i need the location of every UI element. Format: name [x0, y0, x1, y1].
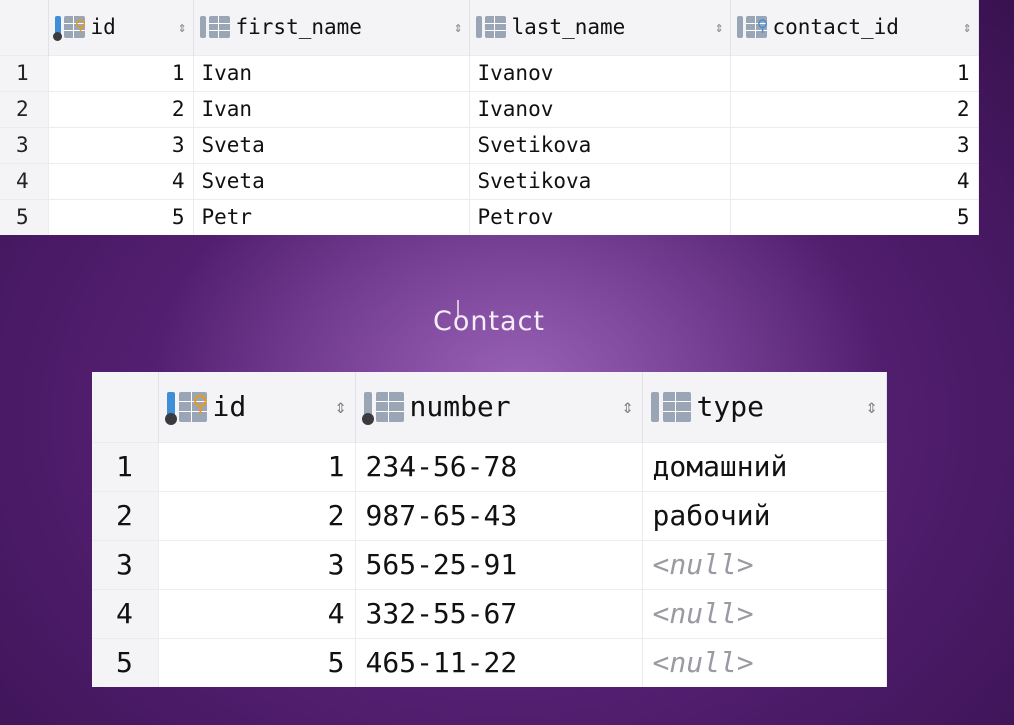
column-header-label: contact_id	[772, 15, 899, 40]
table-row[interactable]: 5 5 Petr Petrov 5	[0, 198, 979, 235]
row-number: 4	[0, 162, 49, 199]
column-header-last-name[interactable]: last_name ⇕	[469, 0, 731, 55]
row-number: 3	[0, 126, 49, 163]
row-number: 1	[92, 441, 159, 491]
cell-id[interactable]: 4	[48, 162, 194, 199]
column-icon	[361, 391, 404, 425]
cell-contact-id[interactable]: 3	[730, 126, 979, 163]
sort-icon[interactable]: ⇕	[335, 395, 347, 418]
column-header-number[interactable]: number ⇕	[355, 372, 643, 442]
cell-number[interactable]: 234-56-78	[355, 441, 643, 491]
cell-contact-id[interactable]: 2	[730, 90, 979, 127]
person-table-header: ⚲ id ⇕ first_name ⇕ last_name ⇕ ⚲ contac…	[0, 0, 979, 55]
column-header-type[interactable]: type ⇕	[642, 372, 887, 442]
cell-number[interactable]: 987-65-43	[355, 490, 643, 540]
cell-id[interactable]: 2	[158, 490, 356, 540]
cell-id[interactable]: 2	[48, 90, 194, 127]
table-row[interactable]: 2 2 987-65-43 рабочий	[92, 490, 887, 540]
cell-number[interactable]: 465-11-22	[355, 637, 643, 687]
column-icon	[650, 391, 691, 422]
sort-icon[interactable]: ⇕	[715, 19, 724, 36]
row-number: 2	[92, 490, 159, 540]
contact-table: ⚲ id ⇕ number ⇕ type ⇕ 1 1 234-56-78 дом…	[92, 372, 887, 687]
cell-first-name[interactable]: Ivan	[193, 90, 470, 127]
cell-first-name[interactable]: Sveta	[193, 162, 470, 199]
row-number: 5	[0, 198, 49, 235]
cell-id[interactable]: 4	[158, 588, 356, 638]
cell-type[interactable]: рабочий	[642, 490, 887, 540]
cell-first-name[interactable]: Petr	[193, 198, 470, 235]
table-row[interactable]: 5 5 465-11-22 <null>	[92, 637, 887, 687]
person-table: ⚲ id ⇕ first_name ⇕ last_name ⇕ ⚲ contac…	[0, 0, 979, 235]
sort-icon[interactable]: ⇕	[622, 395, 634, 418]
column-header-label: last_name	[511, 15, 626, 40]
cell-id[interactable]: 1	[48, 54, 194, 91]
sort-icon[interactable]: ⇕	[963, 19, 972, 36]
column-header-label: type	[696, 390, 764, 424]
column-icon	[475, 16, 506, 39]
row-number: 2	[0, 90, 49, 127]
table-caption: Contact	[432, 306, 546, 337]
primary-key-icon: ⚲	[52, 16, 87, 42]
cell-id[interactable]: 1	[158, 441, 356, 491]
table-row[interactable]: 1 1 234-56-78 домашний	[92, 441, 887, 491]
cell-first-name[interactable]: Ivan	[193, 54, 470, 91]
column-icon	[199, 16, 230, 39]
table-row[interactable]: 3 3 Sveta Svetikova 3	[0, 126, 979, 163]
cell-type[interactable]: домашний	[642, 441, 887, 491]
text-cursor-icon	[457, 300, 465, 318]
row-number: 1	[0, 54, 49, 91]
cell-last-name[interactable]: Svetikova	[469, 162, 731, 199]
row-number: 4	[92, 588, 159, 638]
cell-last-name[interactable]: Ivanov	[469, 54, 731, 91]
row-number-header	[92, 372, 159, 442]
row-number-header	[0, 0, 49, 55]
sort-icon[interactable]: ⇕	[866, 395, 878, 418]
contact-table-header: ⚲ id ⇕ number ⇕ type ⇕	[92, 372, 887, 442]
cell-id[interactable]: 3	[48, 126, 194, 163]
cell-last-name[interactable]: Svetikova	[469, 126, 731, 163]
cell-id[interactable]: 5	[48, 198, 194, 235]
cell-id[interactable]: 5	[158, 637, 356, 687]
table-row[interactable]: 3 3 565-25-91 <null>	[92, 539, 887, 589]
cell-type-null[interactable]: <null>	[642, 637, 887, 687]
cell-contact-id[interactable]: 4	[730, 162, 979, 199]
cell-id[interactable]: 3	[158, 539, 356, 589]
column-header-id[interactable]: ⚲ id ⇕	[158, 372, 356, 442]
column-header-label: number	[409, 390, 511, 424]
column-header-label: id	[90, 15, 116, 40]
cell-contact-id[interactable]: 5	[730, 198, 979, 235]
sort-icon[interactable]: ⇕	[454, 19, 463, 36]
table-row[interactable]: 2 2 Ivan Ivanov 2	[0, 90, 979, 127]
foreign-key-icon: ⚲	[736, 16, 769, 39]
table-row[interactable]: 4 4 332-55-67 <null>	[92, 588, 887, 638]
cell-number[interactable]: 565-25-91	[355, 539, 643, 589]
table-row[interactable]: 4 4 Sveta Svetikova 4	[0, 162, 979, 199]
cell-type-null[interactable]: <null>	[642, 588, 887, 638]
cell-last-name[interactable]: Ivanov	[469, 90, 731, 127]
table-row[interactable]: 1 1 Ivan Ivanov 1	[0, 54, 979, 91]
cell-contact-id[interactable]: 1	[730, 54, 979, 91]
column-header-id[interactable]: ⚲ id ⇕	[48, 0, 194, 55]
row-number: 5	[92, 637, 159, 687]
cell-first-name[interactable]: Sveta	[193, 126, 470, 163]
column-header-contact-id[interactable]: ⚲ contact_id ⇕	[730, 0, 979, 55]
sort-icon[interactable]: ⇕	[178, 19, 187, 36]
cell-number[interactable]: 332-55-67	[355, 588, 643, 638]
primary-key-icon: ⚲	[164, 391, 209, 425]
cell-type-null[interactable]: <null>	[642, 539, 887, 589]
row-number: 3	[92, 539, 159, 589]
column-header-label: first_name	[235, 15, 362, 40]
cell-last-name[interactable]: Petrov	[469, 198, 731, 235]
column-header-label: id	[212, 390, 247, 424]
column-header-first-name[interactable]: first_name ⇕	[193, 0, 470, 55]
